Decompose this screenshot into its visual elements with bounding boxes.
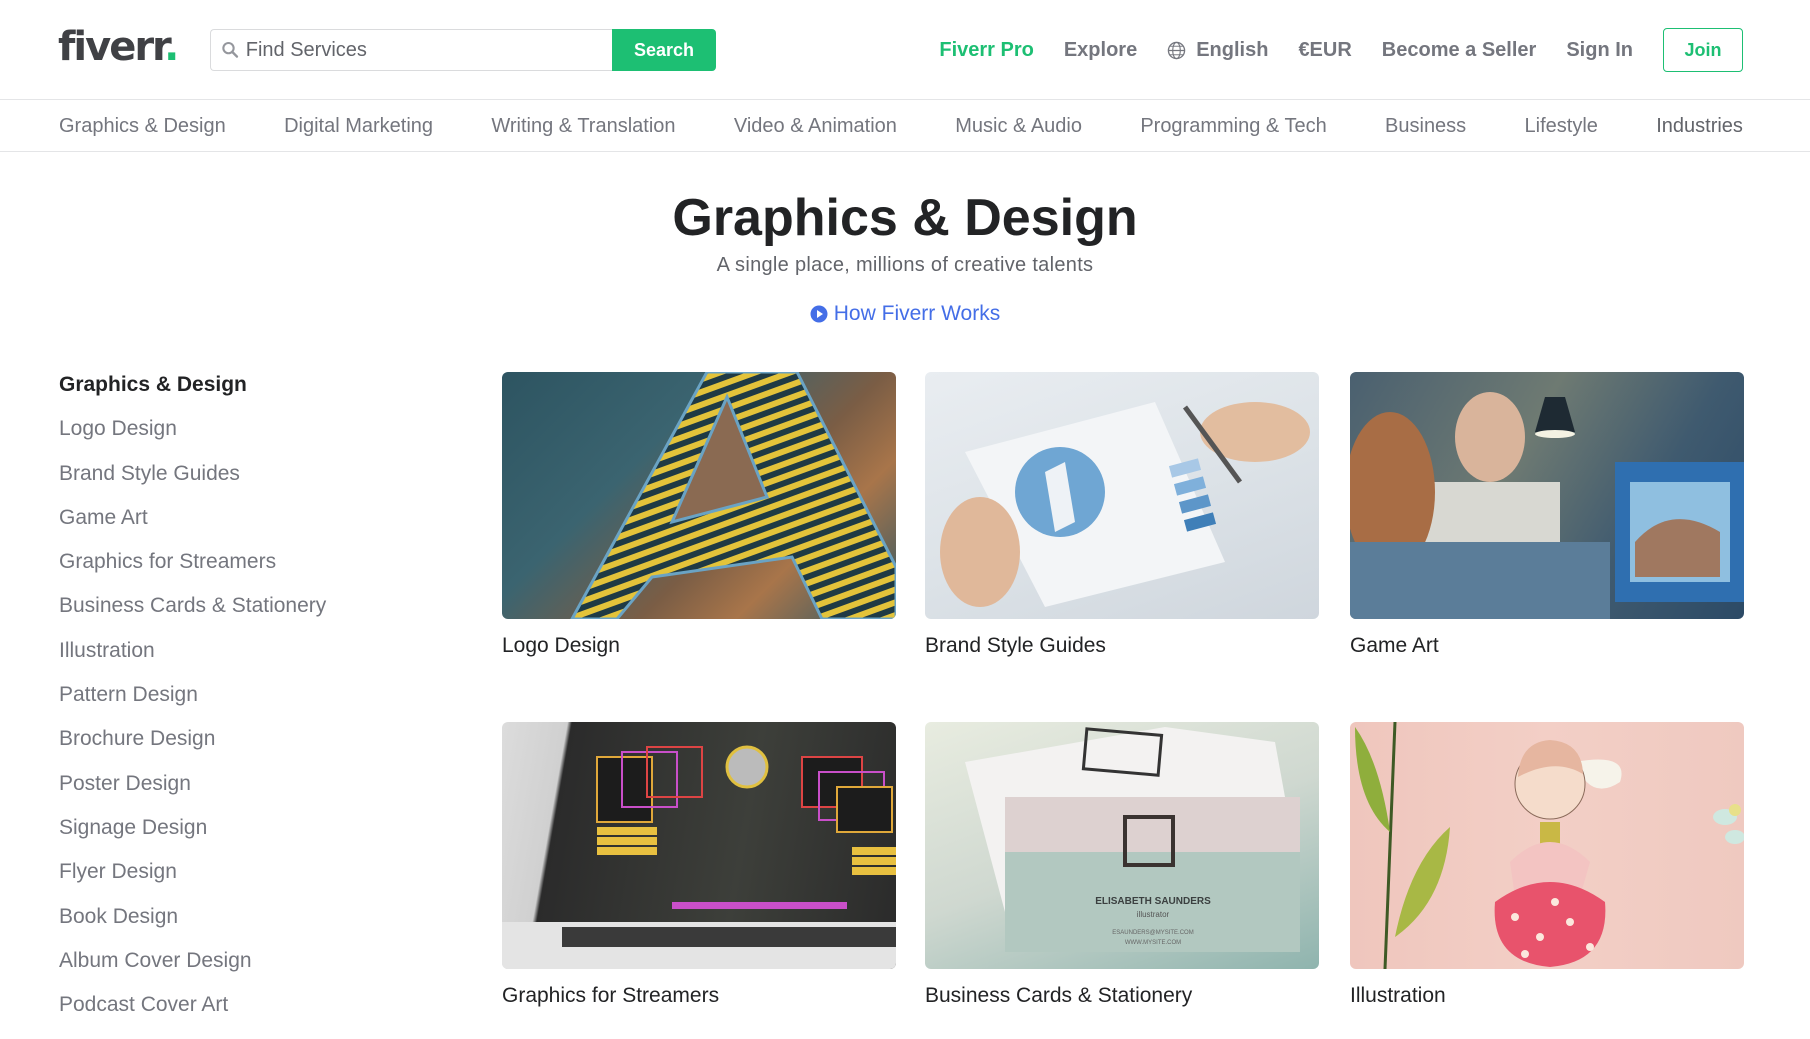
fiverr-logo[interactable]: fiverr. <box>58 22 179 72</box>
language-label: English <box>1196 38 1269 61</box>
sidebar-item[interactable]: Brand Style Guides <box>59 459 439 503</box>
logo-dot: . <box>164 24 179 70</box>
how-fiverr-works-label: How Fiverr Works <box>833 302 1001 325</box>
sign-in-link[interactable]: Sign In <box>1566 39 1633 62</box>
sidebar-item[interactable]: Poster Design <box>59 769 439 813</box>
game-art-image[interactable] <box>1350 372 1744 619</box>
category-nav-item[interactable]: Programming & Tech <box>1140 115 1326 138</box>
explore-link[interactable]: Explore <box>1064 39 1137 62</box>
graphics-for-streamers-image[interactable] <box>502 722 896 969</box>
join-button[interactable]: Join <box>1663 28 1743 72</box>
language-selector[interactable]: English <box>1167 39 1268 62</box>
card-label[interactable]: Brand Style Guides <box>925 634 1319 658</box>
business-card-graphic: ELISABETH SAUNDERS illustrator ESAUNDERS… <box>965 727 1300 952</box>
brand-style-guides-image[interactable] <box>925 372 1319 619</box>
sidebar-item[interactable]: Brochure Design <box>59 724 439 768</box>
category-nav-item[interactable]: Music & Audio <box>955 115 1082 138</box>
card-label[interactable]: Illustration <box>1350 984 1744 1008</box>
how-fiverr-works-link[interactable]: How Fiverr Works <box>0 302 1810 326</box>
game-art-graphic <box>1350 392 1744 619</box>
currency-selector[interactable]: €EUR <box>1298 39 1351 62</box>
letter-a-sign-graphic <box>570 372 896 619</box>
subcategory-sidebar: Graphics & Design Logo Design Brand Styl… <box>59 370 439 1034</box>
brand-guide-graphic <box>940 402 1310 607</box>
become-seller-link[interactable]: Become a Seller <box>1382 39 1537 62</box>
play-circle-icon <box>810 305 828 323</box>
logo-design-image[interactable] <box>502 372 896 619</box>
category-nav-item[interactable]: Writing & Translation <box>491 115 675 138</box>
category-nav-item[interactable]: Business <box>1385 115 1466 138</box>
globe-icon <box>1167 41 1186 59</box>
page-subtitle: A single place, millions of creative tal… <box>716 254 1094 276</box>
subcategory-card[interactable]: ELISABETH SAUNDERS illustrator ESAUNDERS… <box>925 722 1319 1008</box>
subcategory-card[interactable]: Logo Design <box>502 372 896 658</box>
search-icon <box>222 41 239 58</box>
search-bar: Search <box>210 29 716 71</box>
sidebar-item[interactable]: Game Art <box>59 503 439 547</box>
category-nav: Graphics & Design Digital Marketing Writ… <box>0 101 1810 152</box>
sidebar-item[interactable]: Graphics for Streamers <box>59 547 439 591</box>
business-cards-image[interactable]: ELISABETH SAUNDERS illustrator ESAUNDERS… <box>925 722 1319 969</box>
category-nav-item[interactable]: Lifestyle <box>1525 115 1598 138</box>
category-nav-item[interactable]: Industries <box>1656 115 1743 138</box>
category-nav-item[interactable]: Video & Animation <box>734 115 897 138</box>
sidebar-item[interactable]: Pattern Design <box>59 680 439 724</box>
header-links: Fiverr Pro Explore English €EUR Become a… <box>939 28 1743 72</box>
subcategory-card[interactable]: Game Art <box>1350 372 1744 658</box>
subcategory-card[interactable]: Brand Style Guides <box>925 372 1319 658</box>
card-label[interactable]: Business Cards & Stationery <box>925 984 1319 1008</box>
sidebar-item[interactable]: Illustration <box>59 636 439 680</box>
card-label[interactable]: Graphics for Streamers <box>502 984 896 1008</box>
sidebar-item[interactable]: Logo Design <box>59 414 439 458</box>
sidebar-item[interactable]: Business Cards & Stationery <box>59 591 439 635</box>
card-label[interactable]: Game Art <box>1350 634 1744 658</box>
search-input[interactable] <box>245 38 612 62</box>
illustration-image[interactable] <box>1350 722 1744 969</box>
page-title: Graphics & Design <box>672 189 1138 247</box>
card-label[interactable]: Logo Design <box>502 634 896 658</box>
card-name-text: ELISABETH SAUNDERS <box>1095 896 1211 907</box>
category-nav-item[interactable]: Digital Marketing <box>284 115 433 138</box>
sidebar-item[interactable]: Podcast Cover Art <box>59 990 439 1034</box>
streamer-overlay-graphic <box>502 745 896 969</box>
category-nav-item[interactable]: Graphics & Design <box>59 115 226 138</box>
search-field-wrapper[interactable] <box>210 29 612 71</box>
sidebar-item[interactable]: Album Cover Design <box>59 946 439 990</box>
fiverr-pro-link[interactable]: Fiverr Pro <box>939 39 1033 62</box>
sidebar-heading[interactable]: Graphics & Design <box>59 370 439 414</box>
site-header: fiverr. Search Fiverr Pro Explore Englis… <box>0 0 1810 100</box>
logo-text: fiverr <box>58 24 166 70</box>
subcategory-card[interactable]: Illustration <box>1350 722 1744 1008</box>
sidebar-item[interactable]: Signage Design <box>59 813 439 857</box>
fairy-illustration-graphic <box>1355 722 1744 969</box>
sidebar-item[interactable]: Book Design <box>59 902 439 946</box>
card-role-text: illustrator <box>1137 910 1170 919</box>
card-email-text: ESAUNDERS@MYSITE.COM <box>1112 930 1193 936</box>
sidebar-item[interactable]: Flyer Design <box>59 857 439 901</box>
card-site-text: WWW.MYSITE.COM <box>1125 940 1181 946</box>
search-button[interactable]: Search <box>612 29 716 71</box>
subcategory-card[interactable]: Graphics for Streamers <box>502 722 896 1008</box>
